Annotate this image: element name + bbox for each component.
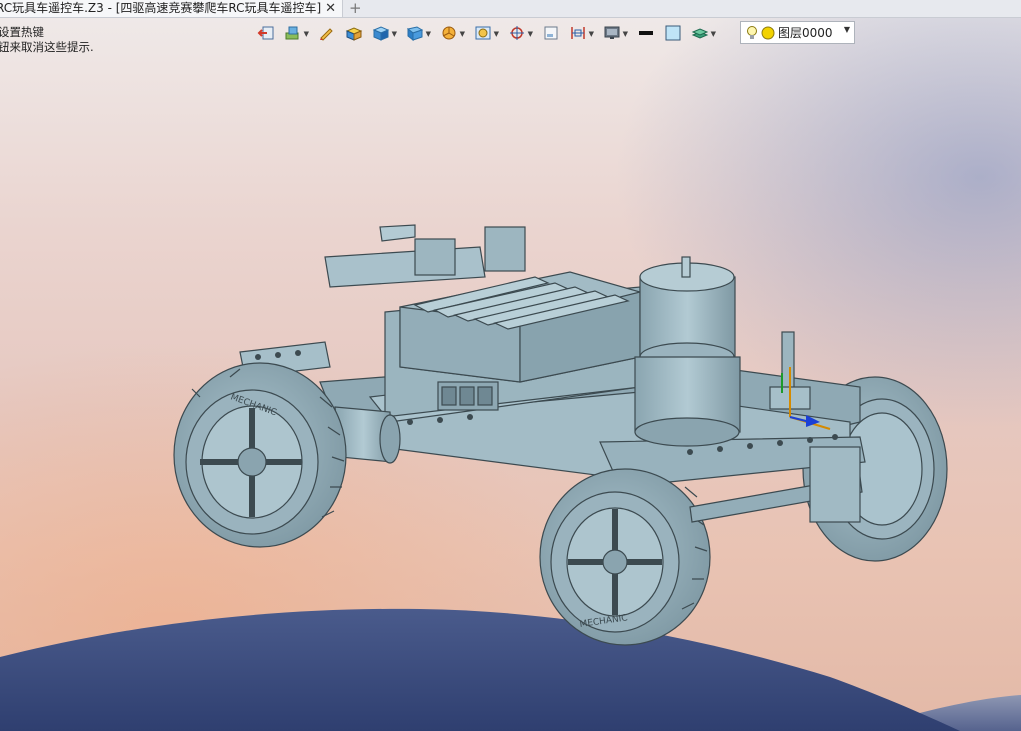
assembly-icon <box>285 26 299 40</box>
bulb-icon <box>747 25 757 39</box>
assembly-button[interactable]: ▼ <box>281 22 309 44</box>
dimension-icon <box>571 27 585 39</box>
view-cube-icon <box>406 26 424 41</box>
frame-icon <box>475 26 491 40</box>
shaded-box-icon <box>345 27 363 41</box>
exit-button[interactable] <box>254 22 278 44</box>
solid-button[interactable]: ▼ <box>369 22 397 44</box>
line-weight-icon <box>639 31 653 35</box>
exit-icon <box>257 26 274 40</box>
motor <box>634 256 741 447</box>
sheet-icon <box>544 26 558 40</box>
hint-line-1: 设置热键 <box>0 25 44 39</box>
pencil-icon <box>320 28 333 41</box>
chevron-down-icon[interactable]: ▼ <box>844 25 850 34</box>
blue-cube-icon <box>372 26 390 41</box>
shaded-button[interactable] <box>342 22 366 44</box>
pie-section-icon <box>442 26 456 40</box>
sheet-button[interactable] <box>539 22 563 44</box>
sketch-button[interactable] <box>315 22 339 44</box>
fill-color-button[interactable] <box>661 22 685 44</box>
document-tab[interactable]: RC玩具车遥控车.Z3 - [四驱高速竞赛攀爬车RC玩具车遥控车] ✕ <box>0 0 343 17</box>
wheel-front-right: MECHANIC <box>539 468 711 646</box>
crosshair-icon <box>510 26 524 40</box>
frame-button[interactable]: ▼ <box>471 22 499 44</box>
rc-car-model[interactable]: MECHANIC MECHANIC <box>170 217 960 657</box>
view-toolbar: ▼ ▼ ▼ ▼ ▼ ▼ ▼ ▼ ▼ <box>254 21 722 45</box>
dimension-button[interactable]: ▼ <box>566 22 594 44</box>
layer-select-value: 图层0000 <box>778 26 833 40</box>
display-icon <box>604 26 620 39</box>
display-button[interactable]: ▼ <box>600 22 628 44</box>
close-icon[interactable]: ✕ <box>325 0 336 17</box>
layer-stack-icon <box>691 28 709 39</box>
layer-color-dot-icon <box>761 26 775 39</box>
snap-button[interactable]: ▼ <box>505 22 533 44</box>
3d-viewport[interactable]: MECHANIC MECHANIC <box>0 17 1021 731</box>
layer-manager-button[interactable]: ▼ <box>688 22 716 44</box>
layer-select[interactable]: 图层0000 ▼ <box>740 21 855 44</box>
section-button[interactable]: ▼ <box>437 22 465 44</box>
new-tab-icon[interactable]: + <box>349 0 362 16</box>
fill-color-icon <box>665 25 681 41</box>
line-weight-button[interactable] <box>634 22 658 44</box>
document-tab-title: RC玩具车遥控车.Z3 - [四驱高速竞赛攀爬车RC玩具车遥控车] <box>0 1 322 15</box>
hint-line-2: 钮来取消这些提示. <box>0 40 94 54</box>
view-orient-button[interactable]: ▼ <box>403 22 431 44</box>
document-tab-bar: RC玩具车遥控车.Z3 - [四驱高速竞赛攀爬车RC玩具车遥控车] ✕ + <box>0 0 1021 18</box>
wheel-front-left: MECHANIC <box>173 362 347 548</box>
